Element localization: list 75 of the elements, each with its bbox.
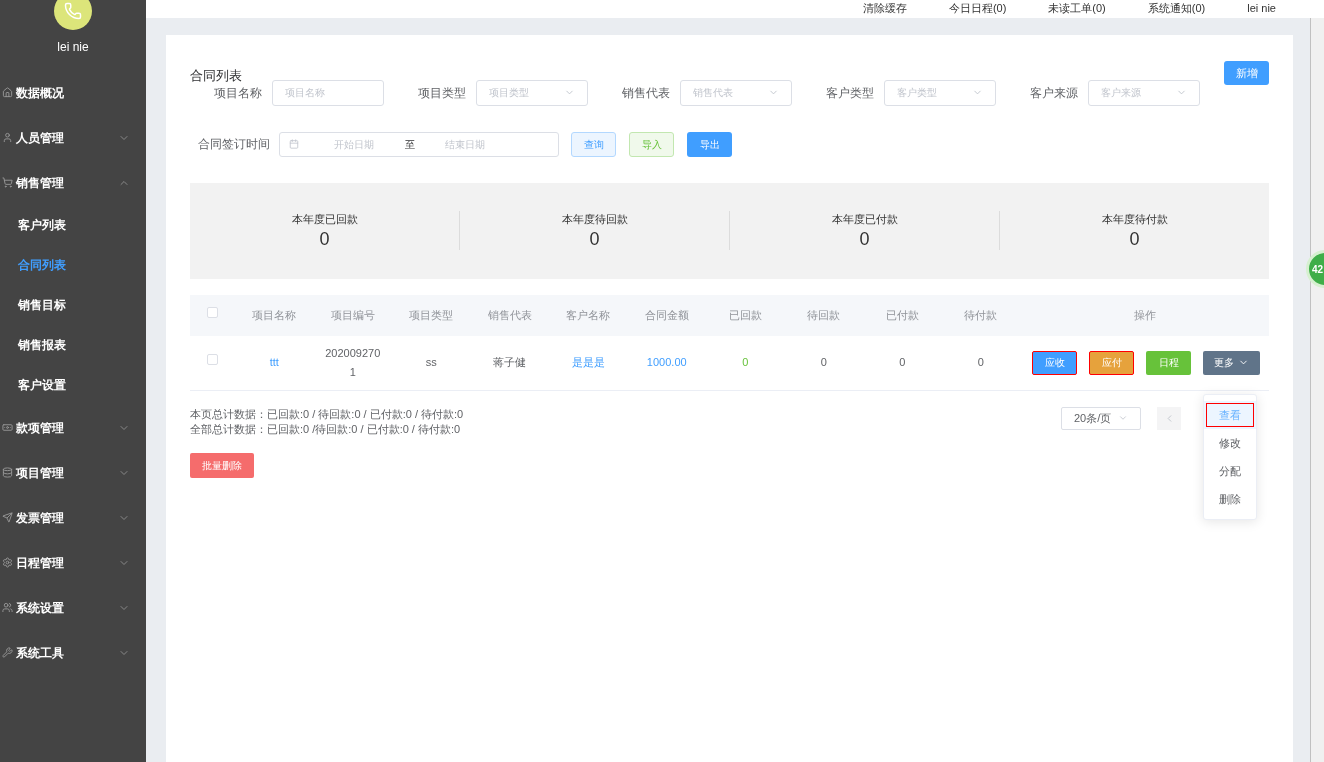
filter-label: 客户来源 (1030, 84, 1078, 102)
header-link[interactable]: 清除缓存 (862, 2, 907, 15)
sidebar-submenu-item[interactable]: 合同列表 (0, 245, 146, 285)
stat-value: 0 (859, 227, 870, 250)
stat-label: 本年度待付款 (1101, 212, 1168, 228)
dropdown-item[interactable]: 删除 (1204, 485, 1256, 513)
checkbox[interactable] (207, 306, 218, 318)
stat-value: 0 (319, 227, 330, 250)
calendar-icon (289, 139, 299, 149)
sidebar-menu-item[interactable]: 项目管理 (0, 450, 146, 495)
database-icon (2, 467, 13, 478)
sidebar-menu-item[interactable]: 日程管理 (0, 540, 146, 585)
header-user-menu[interactable]: lei nie (1247, 2, 1276, 15)
users-icon (2, 602, 13, 613)
checkbox[interactable] (207, 354, 218, 365)
stat-label: 本年度待回款 (561, 212, 628, 228)
table-cell-text: 蒋子健 (493, 355, 527, 370)
table-cell-text: 2020092701 (324, 345, 382, 380)
header-link[interactable]: 今日日程(0) (948, 2, 1007, 15)
sidebar-menu-item[interactable]: 款项管理 (0, 405, 146, 450)
user-name: lei nie (57, 39, 89, 56)
filter-label: 合同签订时间 (197, 136, 270, 153)
stat-value: 0 (1129, 227, 1140, 250)
wrench-icon (2, 647, 13, 658)
row-action-button[interactable]: 更多 (1203, 350, 1260, 375)
table-cell-text: 0 (742, 355, 749, 370)
dropdown-item[interactable]: 修改 (1204, 429, 1256, 457)
sidebar-submenu-item[interactable]: 客户列表 (0, 205, 146, 245)
phone-icon (64, 2, 82, 20)
column-header: 操作 (1132, 307, 1157, 323)
column-header: 待付款 (963, 307, 999, 323)
filter-label: 销售代表 (622, 84, 670, 102)
page-size-select[interactable]: 20条/页 (1061, 406, 1141, 430)
summary-text: 全部总计数据：已回款:0 /待回款:0 / 已付款:0 / 待付款:0 (190, 421, 462, 437)
prev-page-button[interactable] (1157, 406, 1181, 430)
gear-icon (2, 557, 13, 568)
banknote-icon (2, 422, 13, 433)
table-cell-text: ss (425, 355, 437, 370)
sidebar-menu-item[interactable]: 销售管理 (0, 160, 146, 205)
sidebar-menu-item[interactable]: 发票管理 (0, 495, 146, 540)
paper-plane-icon (2, 512, 13, 523)
table-cell-text: 0 (977, 355, 984, 370)
column-header: 项目类型 (408, 307, 455, 323)
column-header: 客户名称 (565, 307, 612, 323)
filter-label: 项目名称 (214, 84, 262, 102)
column-header: 待回款 (806, 307, 842, 323)
sidebar-submenu-item[interactable]: 销售目标 (0, 285, 146, 325)
stat-label: 本年度已回款 (291, 212, 358, 228)
user-icon (2, 132, 13, 143)
sidebar-menu-item[interactable]: 数据概况 (0, 70, 146, 115)
filter-label: 项目类型 (418, 84, 466, 102)
table-cell-text: 0 (899, 355, 906, 370)
column-header: 项目编号 (329, 307, 376, 323)
filter-label: 客户类型 (826, 84, 874, 102)
home-icon (2, 87, 13, 98)
column-header: 已回款 (727, 307, 763, 323)
header-link[interactable]: 系统通知(0) (1147, 2, 1206, 15)
dropdown-item[interactable]: 分配 (1204, 457, 1256, 485)
column-header: 合同金额 (643, 307, 690, 323)
summary-text: 本页总计数据：已回款:0 / 待回款:0 / 已付款:0 / 待付款:0 (190, 406, 464, 422)
cart-icon (2, 177, 13, 188)
table-cell-text: 0 (820, 355, 827, 370)
column-header: 销售代表 (486, 307, 533, 323)
stat-value: 0 (589, 227, 600, 250)
stat-label: 本年度已付款 (831, 212, 898, 228)
header-link[interactable]: 未读工单(0) (1048, 2, 1106, 15)
page-title: 合同列表 (190, 67, 242, 85)
chevron-down-icon (1118, 413, 1128, 423)
sidebar-menu-item[interactable]: 人员管理 (0, 115, 146, 160)
column-header: 已付款 (884, 307, 920, 323)
sidebar-menu-item[interactable]: 系统工具 (0, 630, 146, 675)
column-header: 项目名称 (251, 307, 298, 323)
sidebar-menu-item[interactable]: 系统设置 (0, 585, 146, 630)
sidebar-submenu-item[interactable]: 客户设置 (0, 365, 146, 405)
sidebar-submenu-item[interactable]: 销售报表 (0, 325, 146, 365)
